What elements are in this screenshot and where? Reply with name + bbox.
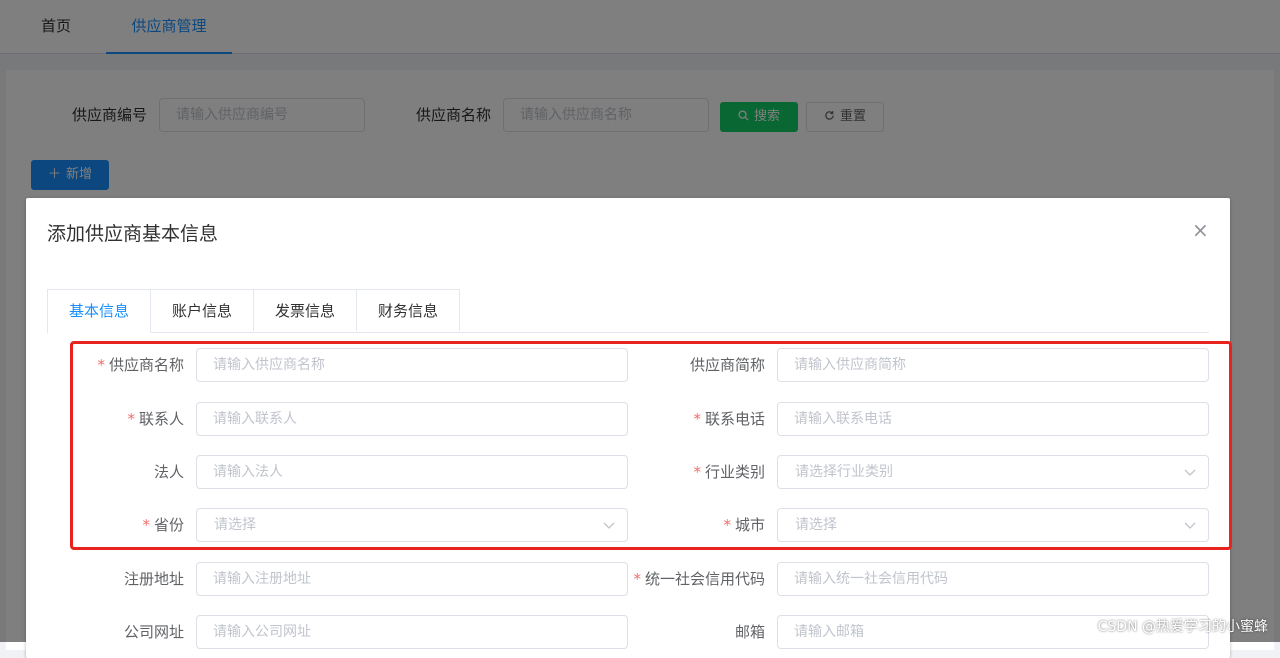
supplier-name-label-text: 供应商名称	[108, 356, 184, 374]
credit-code-label: * 统一社会信用代码	[633, 562, 765, 596]
chevron-down-icon	[1184, 522, 1196, 529]
tab-basic-info[interactable]: 基本信息	[47, 289, 151, 333]
city-label: * 城市	[723, 508, 765, 542]
required-mark: *	[142, 516, 150, 534]
industry-label: * 行业类别	[693, 455, 765, 489]
address-input[interactable]	[196, 562, 628, 596]
phone-input[interactable]	[777, 402, 1209, 436]
tab-account-info[interactable]: 账户信息	[150, 289, 254, 331]
website-input[interactable]	[196, 615, 628, 649]
close-icon[interactable]: ×	[1192, 220, 1209, 240]
required-mark: *	[97, 356, 105, 374]
province-select-placeholder: 请选择	[214, 517, 256, 533]
chevron-down-icon	[603, 522, 615, 529]
supplier-short-name-label: 供应商简称	[690, 348, 765, 382]
address-label: 注册地址	[124, 562, 184, 596]
legal-person-label: 法人	[154, 455, 184, 489]
credit-code-input[interactable]	[777, 562, 1209, 596]
credit-code-label-text: 统一社会信用代码	[644, 570, 765, 588]
required-mark: *	[127, 410, 135, 428]
legal-person-label-text: 法人	[153, 463, 184, 481]
province-select[interactable]: 请选择	[196, 508, 628, 542]
city-label-text: 城市	[734, 516, 765, 534]
required-mark: *	[723, 516, 731, 534]
required-mark: *	[693, 410, 701, 428]
required-mark: *	[633, 570, 641, 588]
industry-select[interactable]: 请选择行业类别	[777, 455, 1209, 489]
form-tabs: 基本信息 账户信息 发票信息 财务信息	[47, 289, 1209, 333]
contact-label: * 联系人	[127, 402, 184, 436]
email-label-text: 邮箱	[734, 623, 765, 641]
city-select-placeholder: 请选择	[795, 517, 837, 533]
chevron-down-icon	[1184, 469, 1196, 476]
tab-finance-info[interactable]: 财务信息	[356, 289, 460, 331]
address-label-text: 注册地址	[123, 570, 184, 588]
website-label: 公司网址	[124, 615, 184, 649]
watermark: CSDN @热爱学习的小蜜蜂	[1097, 619, 1268, 635]
industry-select-placeholder: 请选择行业类别	[795, 464, 893, 480]
legal-person-input[interactable]	[196, 455, 628, 489]
website-label-text: 公司网址	[123, 623, 184, 641]
contact-input[interactable]	[196, 402, 628, 436]
supplier-short-name-input[interactable]	[777, 348, 1209, 382]
phone-label: * 联系电话	[693, 402, 765, 436]
contact-label-text: 联系人	[138, 410, 184, 428]
industry-label-text: 行业类别	[704, 463, 765, 481]
supplier-name-label: * 供应商名称	[97, 348, 184, 382]
tab-invoice-info[interactable]: 发票信息	[253, 289, 357, 331]
required-mark: *	[693, 463, 701, 481]
province-label-text: 省份	[153, 516, 184, 534]
city-select[interactable]: 请选择	[777, 508, 1209, 542]
supplier-short-name-label-text: 供应商简称	[689, 356, 765, 374]
email-label: 邮箱	[735, 615, 765, 649]
province-label: * 省份	[142, 508, 184, 542]
dialog-title: 添加供应商基本信息	[47, 223, 219, 245]
phone-label-text: 联系电话	[704, 410, 765, 428]
supplier-name-input[interactable]	[196, 348, 628, 382]
